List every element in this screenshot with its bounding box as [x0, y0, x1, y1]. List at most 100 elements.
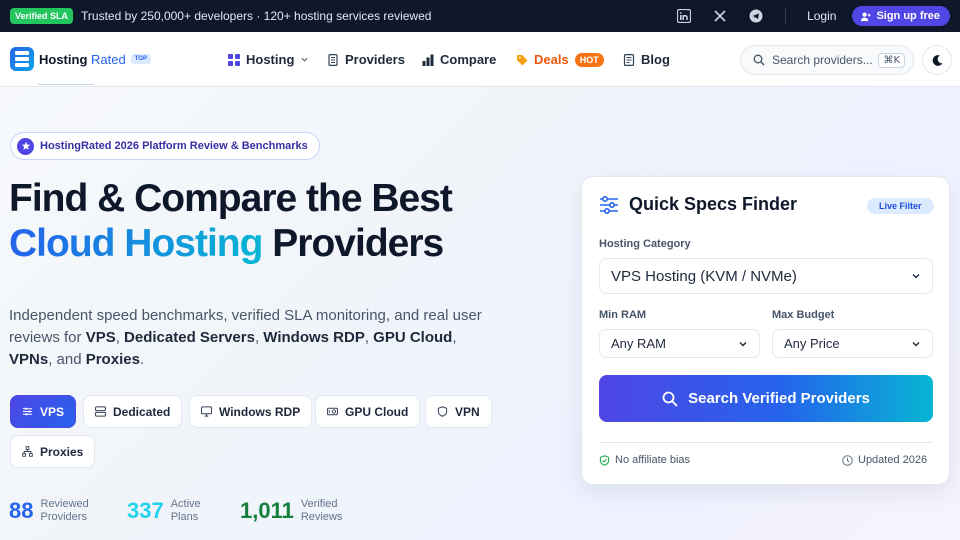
moon-icon: [932, 54, 943, 66]
nav-compare[interactable]: Compare: [422, 32, 496, 87]
nav-deals-label: Deals: [534, 52, 569, 67]
telegram-icon[interactable]: [749, 9, 763, 23]
nav-compare-label: Compare: [440, 52, 497, 67]
stat-providers: 88 Reviewed Providers: [9, 498, 89, 524]
document-icon: [623, 53, 635, 66]
nav-providers-label: Providers: [345, 52, 405, 67]
chip-vpn[interactable]: VPN: [425, 395, 492, 428]
add-user-icon: [861, 12, 871, 21]
gpu-card-icon: [327, 407, 338, 416]
search-icon: [753, 54, 765, 66]
updated-text: Updated 2026: [858, 454, 928, 466]
login-link[interactable]: Login: [807, 9, 836, 23]
ram-select[interactable]: Any RAM: [599, 329, 760, 358]
budget-label: Max Budget: [772, 309, 835, 321]
budget-value: Any Price: [784, 336, 840, 351]
stat-providers-value: 88: [9, 498, 34, 523]
chip-vps-label: VPS: [40, 404, 65, 419]
chip-vpn-label: VPN: [455, 404, 480, 419]
sliders-icon: [22, 407, 33, 416]
provider-search[interactable]: ⌘K: [740, 45, 914, 75]
shield-check-icon: [599, 454, 610, 466]
chip-gpu-cloud-label: GPU Cloud: [345, 404, 409, 419]
topbar-actions: Login Sign up free: [655, 6, 950, 26]
sliders-icon: [600, 195, 618, 214]
review-pill: HostingRated 2026 Platform Review & Benc…: [10, 132, 320, 160]
shield-icon: [437, 406, 448, 417]
stat-plans: 337 Active Plans: [127, 498, 201, 524]
category-value: VPS Hosting (KVM / NVMe): [611, 267, 797, 285]
signup-label: Sign up free: [876, 10, 940, 22]
stat-reviews: 1,011 Verified Reviews: [240, 498, 342, 524]
chip-vps[interactable]: VPS: [10, 395, 77, 428]
monitor-icon: [201, 406, 212, 417]
card-divider: [599, 442, 933, 443]
category-select[interactable]: VPS Hosting (KVM / NVMe): [599, 258, 933, 294]
chevron-down-icon: [301, 57, 309, 62]
server-icon: [95, 406, 106, 417]
live-filter-badge: Live Filter: [867, 198, 934, 214]
chip-dedicated[interactable]: Dedicated: [83, 395, 183, 428]
trust-text: Trusted by 250,000+ developers · 120+ ho…: [81, 9, 432, 23]
chevron-down-icon: [912, 341, 920, 346]
linkedin-icon[interactable]: [677, 9, 692, 23]
chip-windows-rdp-label: Windows RDP: [219, 404, 301, 419]
logo-underline: [38, 84, 94, 85]
hero-description: Independent speed benchmarks, verified S…: [9, 307, 482, 368]
hero-title-rest: Providers: [272, 222, 444, 265]
stat-reviews-label: Verified Reviews: [300, 498, 343, 523]
network-icon: [22, 446, 33, 457]
search-shortcut: ⌘K: [878, 52, 905, 68]
server-icon: [328, 53, 338, 66]
chip-dedicated-label: Dedicated: [113, 404, 171, 419]
ram-value: Any RAM: [611, 336, 666, 351]
grid-icon: [228, 53, 240, 66]
tag-icon: [517, 54, 528, 65]
signup-button[interactable]: Sign up free: [852, 6, 950, 26]
bar-chart-icon: [422, 54, 434, 66]
chip-gpu-cloud[interactable]: GPU Cloud: [315, 395, 421, 428]
chevron-down-icon: [912, 274, 920, 279]
chip-proxies-label: Proxies: [40, 444, 84, 459]
announcement-bar: Verified SLA Trusted by 250,000+ develop…: [0, 0, 960, 32]
star-icon: [17, 137, 34, 155]
nav-providers[interactable]: Providers: [327, 32, 405, 87]
search-providers-button[interactable]: Search Verified Providers: [599, 375, 933, 422]
nav-blog[interactable]: Blog: [623, 32, 670, 87]
ram-label: Min RAM: [599, 309, 647, 321]
finder-title-text: Quick Specs Finder: [629, 194, 798, 214]
updated-note: Updated 2026: [842, 454, 927, 466]
logo-text: Hosting Rated: [39, 51, 126, 67]
no-affiliate-note: No affiliate bias: [599, 454, 690, 466]
no-affiliate-text: No affiliate bias: [615, 454, 691, 466]
nav-deals[interactable]: Deals HOT: [516, 32, 604, 87]
clock-icon: [842, 454, 853, 466]
server-stack-logo-icon: [10, 47, 34, 71]
nav-hosting-label: Hosting: [246, 52, 295, 67]
site-logo[interactable]: Hosting Rated TOP: [10, 47, 151, 71]
verified-sla-badge: Verified SLA: [10, 8, 74, 24]
hero-title: Find & Compare the Best Cloud Hosting Pr…: [9, 176, 453, 266]
logo-top-badge: TOP: [130, 54, 151, 64]
nav-hosting[interactable]: Hosting: [228, 32, 309, 87]
theme-toggle-button[interactable]: [922, 45, 952, 75]
budget-select[interactable]: Any Price: [772, 329, 933, 358]
review-pill-text: HostingRated 2026 Platform Review & Benc…: [40, 140, 308, 152]
stat-providers-label: Reviewed Providers: [40, 498, 89, 523]
chip-windows-rdp[interactable]: Windows RDP: [189, 395, 313, 428]
x-icon[interactable]: [713, 9, 727, 23]
hot-badge: HOT: [574, 52, 604, 67]
stat-plans-value: 337: [127, 498, 164, 523]
search-icon: [662, 391, 678, 407]
stat-reviews-value: 1,011: [240, 498, 294, 523]
hero-title-highlight: Cloud Hosting: [9, 222, 263, 265]
topbar-divider: [785, 8, 787, 24]
category-label: Hosting Category: [599, 238, 691, 250]
chevron-down-icon: [739, 341, 747, 346]
chip-proxies[interactable]: Proxies: [10, 435, 96, 468]
finder-title: Quick Specs Finder: [599, 194, 797, 215]
stat-plans-label: Active Plans: [170, 498, 201, 523]
search-button-label: Search Verified Providers: [688, 390, 870, 407]
search-input[interactable]: [772, 53, 872, 67]
nav-blog-label: Blog: [641, 52, 670, 67]
